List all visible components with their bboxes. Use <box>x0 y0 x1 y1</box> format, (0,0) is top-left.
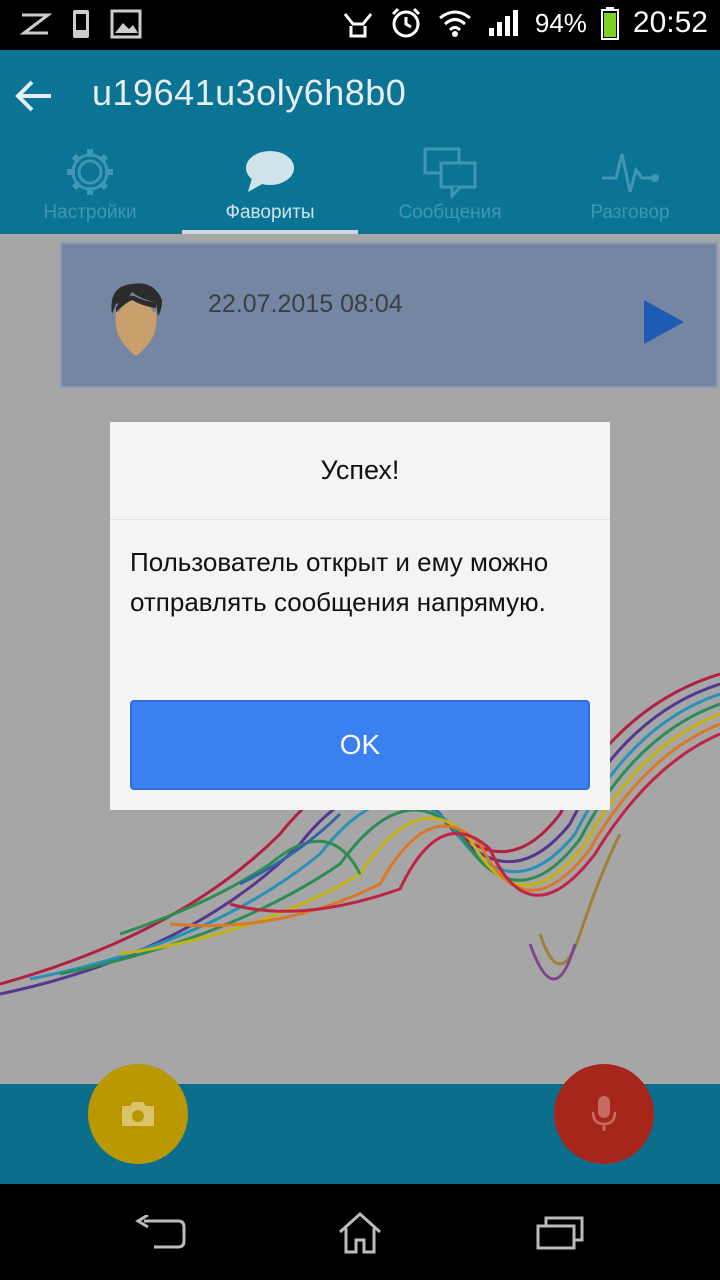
camera-button[interactable] <box>88 1064 188 1164</box>
image-icon <box>110 9 142 39</box>
tab-settings-label: Настройки <box>43 202 137 223</box>
recents-icon <box>536 1216 584 1250</box>
arrow-left-icon <box>15 80 51 112</box>
back-button[interactable] <box>12 74 56 118</box>
ok-button[interactable]: OK <box>130 700 590 790</box>
nav-recents-button[interactable] <box>530 1208 590 1256</box>
wifi-icon <box>438 10 471 37</box>
microphone-icon <box>591 1096 617 1131</box>
camera-icon <box>122 1102 154 1126</box>
play-icon[interactable] <box>642 298 686 346</box>
phone-icon <box>73 10 89 38</box>
tab-messages-label: Сообщения <box>398 202 502 223</box>
microphone-button[interactable] <box>554 1064 654 1164</box>
tab-favorites[interactable]: Фавориты <box>180 140 360 234</box>
tab-bar: Настройки Фавориты Сообщения Разговор <box>0 140 720 234</box>
nav-back-button[interactable] <box>130 1208 190 1256</box>
status-time: 20:52 <box>632 6 708 39</box>
app-bar: u19641u3oly6h8b0 Настройки Фавориты Сооб… <box>0 50 720 234</box>
messages-icon <box>423 147 477 198</box>
page-title: u19641u3oly6h8b0 <box>92 72 407 113</box>
nav-home-button[interactable] <box>330 1208 390 1256</box>
dialog-title: Успех! <box>110 422 610 520</box>
system-nav-bar <box>0 1184 720 1280</box>
status-bar: 94% 20:52 <box>0 0 720 50</box>
back-icon <box>135 1215 186 1249</box>
alarm-icon <box>391 7 420 38</box>
success-dialog: Успех! Пользователь открыт и ему можно о… <box>110 422 610 810</box>
tab-conversation-label: Разговор <box>590 202 670 223</box>
tab-messages[interactable]: Сообщения <box>360 140 540 234</box>
tab-favorites-label: Фавориты <box>225 202 315 223</box>
status-right-icons: 94% 20:52 <box>341 6 708 40</box>
tab-conversation[interactable]: Разговор <box>540 140 720 234</box>
hand-icon <box>343 13 373 38</box>
signal-icon <box>488 10 518 36</box>
pulse-icon <box>602 153 659 193</box>
status-left-icons <box>18 8 142 40</box>
dialog-message: Пользователь открыт и ему можно отправля… <box>130 547 549 617</box>
user-avatar <box>111 283 162 356</box>
tab-settings[interactable]: Настройки <box>0 140 180 234</box>
battery-icon <box>600 7 619 40</box>
screen: 94% 20:52 u19641u3oly6h8b0 Настройки Фав… <box>0 0 720 1280</box>
chat-bubble-icon <box>246 151 294 192</box>
favorite-item[interactable]: 22.07.2015 08:04 <box>60 242 718 388</box>
gear-icon <box>67 149 113 195</box>
favorite-date: 22.07.2015 08:04 <box>208 290 403 318</box>
z-logo-icon <box>19 13 52 35</box>
home-icon <box>338 1211 382 1254</box>
battery-percent: 94% <box>534 7 587 38</box>
